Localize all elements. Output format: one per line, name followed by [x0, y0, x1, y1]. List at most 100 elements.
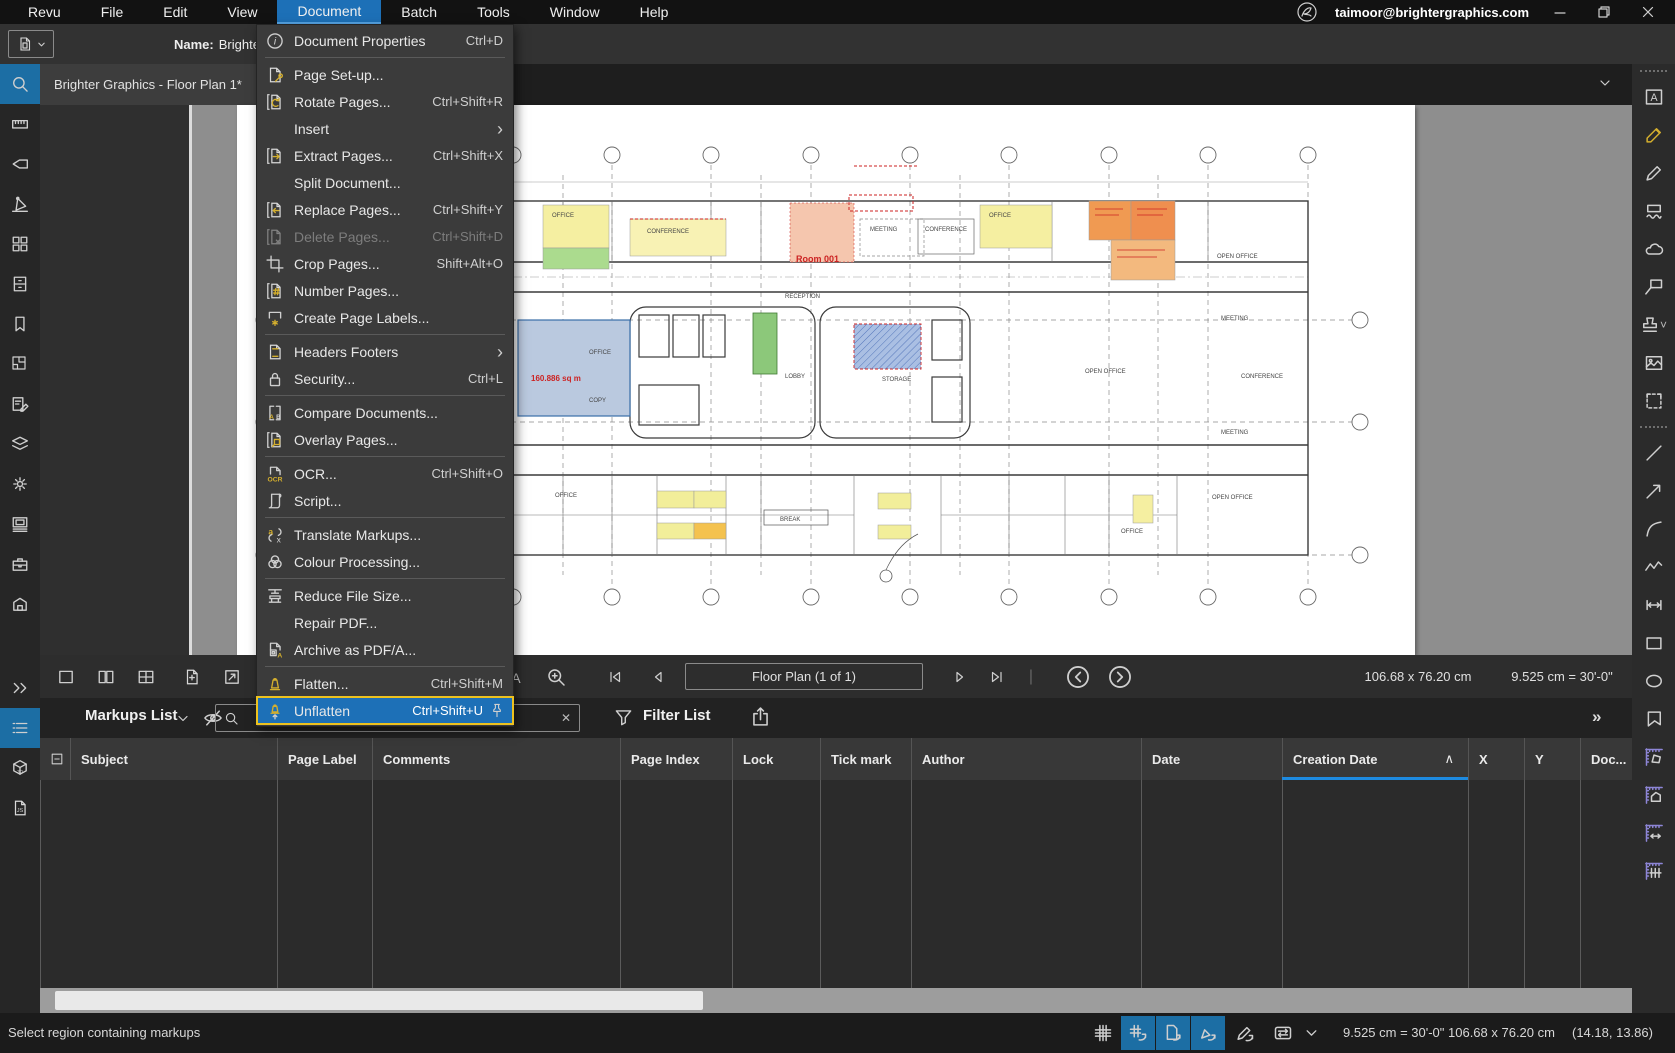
- column-header-subject[interactable]: Subject: [70, 738, 277, 780]
- restore-button[interactable]: [1591, 1, 1617, 23]
- menu-item-insert[interactable]: Insert: [257, 115, 513, 142]
- highlighter-tool[interactable]: [1632, 116, 1675, 154]
- calibrate-panel-button[interactable]: [0, 184, 40, 224]
- line-tool[interactable]: [1632, 434, 1675, 472]
- clear-search-button[interactable]: ✕: [561, 711, 571, 725]
- menu-edit[interactable]: Edit: [143, 0, 207, 24]
- tab-options-chevron[interactable]: [1598, 76, 1612, 90]
- menu-revu[interactable]: Revu: [8, 0, 81, 24]
- menu-item-unflatten[interactable]: Unflatten Ctrl+Shift+U: [257, 697, 513, 724]
- markups-table-body[interactable]: [0, 780, 1632, 988]
- toolbox-button[interactable]: [0, 544, 40, 584]
- first-page-button[interactable]: [600, 655, 630, 698]
- previous-page-button[interactable]: [643, 655, 673, 698]
- snap-to-markup-button[interactable]: [1191, 1016, 1225, 1050]
- menu-batch[interactable]: Batch: [381, 0, 457, 24]
- column-header-author[interactable]: Author: [911, 738, 1141, 780]
- callout-tool[interactable]: [1632, 268, 1675, 306]
- snapshot-tool[interactable]: [1632, 382, 1675, 420]
- minimize-button[interactable]: [1547, 1, 1573, 23]
- single-pane-button[interactable]: [48, 655, 84, 698]
- pin-icon[interactable]: [491, 703, 503, 718]
- menu-item-ocr[interactable]: OCR OCR... Ctrl+Shift+O: [257, 460, 513, 487]
- settings-button[interactable]: [0, 464, 40, 504]
- menu-item-script[interactable]: Script...: [257, 487, 513, 514]
- menu-help[interactable]: Help: [620, 0, 689, 24]
- column-header-doc[interactable]: Doc...: [1580, 738, 1632, 780]
- polygon-tool[interactable]: [1632, 700, 1675, 738]
- column-header-page-index[interactable]: Page Index: [620, 738, 732, 780]
- thumbnails-panel-button[interactable]: [0, 224, 40, 264]
- properties-panel-button[interactable]: [0, 264, 40, 304]
- toolbar-grip[interactable]: [1640, 70, 1667, 76]
- filter-icon[interactable]: [614, 708, 633, 727]
- menu-item-page-setup[interactable]: Page Set-up...: [257, 61, 513, 88]
- column-header-creation-date[interactable]: Creation Date ∧: [1282, 738, 1468, 780]
- menu-item-colour-processing[interactable]: Colour Processing...: [257, 548, 513, 575]
- menu-item-flatten[interactable]: Flatten... Ctrl+Shift+M: [257, 670, 513, 697]
- display-panel-button[interactable]: [0, 504, 40, 544]
- menu-file[interactable]: File: [81, 0, 144, 24]
- last-page-button[interactable]: [982, 655, 1012, 698]
- column-header-x[interactable]: X: [1468, 738, 1524, 780]
- menu-item-rotate-pages[interactable]: Rotate Pages... Ctrl+Shift+R: [257, 88, 513, 115]
- fit-page-button[interactable]: [214, 655, 250, 698]
- menu-tools[interactable]: Tools: [457, 0, 530, 24]
- menu-item-number-pages[interactable]: Number Pages...: [257, 277, 513, 304]
- zoom-tool-button[interactable]: [538, 655, 574, 698]
- layers-panel-button[interactable]: [0, 424, 40, 464]
- menu-item-archive-as-pdfa[interactable]: A Archive as PDF/A...: [257, 636, 513, 663]
- toolbar-grip[interactable]: [1640, 426, 1667, 432]
- menu-item-create-page-labels[interactable]: Create Page Labels...: [257, 304, 513, 331]
- menu-item-split-document[interactable]: Split Document...: [257, 169, 513, 196]
- horizontal-scrollbar-thumb[interactable]: [55, 991, 703, 1010]
- insert-page-button[interactable]: [174, 655, 210, 698]
- page-indicator[interactable]: Floor Plan (1 of 1): [685, 663, 923, 690]
- column-header-y[interactable]: Y: [1524, 738, 1580, 780]
- measure-count-tool[interactable]: [1632, 852, 1675, 890]
- squiggly-underline-tool[interactable]: [1632, 192, 1675, 230]
- menu-item-security[interactable]: Security... Ctrl+L: [257, 365, 513, 392]
- menu-item-translate-markups[interactable]: ax Translate Markups...: [257, 521, 513, 548]
- menu-item-reduce-file-size[interactable]: Reduce File Size...: [257, 582, 513, 609]
- polyline-tool[interactable]: [1632, 548, 1675, 586]
- column-header-tick-mark[interactable]: Tick mark: [820, 738, 911, 780]
- menu-view[interactable]: View: [207, 0, 277, 24]
- tab-floor-plan[interactable]: Brighter Graphics - Floor Plan 1*: [40, 64, 282, 105]
- column-header-date[interactable]: Date: [1141, 738, 1282, 780]
- collapse-markups-button[interactable]: »: [1592, 707, 1601, 727]
- menu-item-extract-pages[interactable]: Extract Pages... Ctrl+Shift+X: [257, 142, 513, 169]
- snap-to-grid-button[interactable]: [1121, 1016, 1155, 1050]
- menu-item-replace-pages[interactable]: Replace Pages... Ctrl+Shift+Y: [257, 196, 513, 223]
- javascript-panel-button[interactable]: JS: [0, 788, 40, 828]
- collapse-all-rows-button[interactable]: [40, 738, 70, 780]
- measurements-panel-button[interactable]: [0, 104, 40, 144]
- status-chevron-icon[interactable]: [1300, 1016, 1322, 1050]
- expand-panel-button[interactable]: [0, 668, 40, 708]
- previous-view-button[interactable]: [1060, 655, 1096, 698]
- sync-markup-button[interactable]: [1228, 1016, 1262, 1050]
- arrow-tool[interactable]: [1632, 472, 1675, 510]
- export-summary-button[interactable]: [750, 706, 771, 728]
- arc-tool[interactable]: [1632, 510, 1675, 548]
- filter-list-button[interactable]: Filter List: [643, 707, 711, 724]
- snap-to-document-button[interactable]: [1156, 1016, 1190, 1050]
- next-page-button[interactable]: [945, 655, 975, 698]
- spaces-panel-button[interactable]: [0, 344, 40, 384]
- menu-window[interactable]: Window: [530, 0, 620, 24]
- menu-item-document-properties[interactable]: i Document Properties Ctrl+D: [257, 27, 513, 54]
- column-header-lock[interactable]: Lock: [732, 738, 820, 780]
- rectangle-tool[interactable]: [1632, 624, 1675, 662]
- column-header-comments[interactable]: Comments: [372, 738, 620, 780]
- column-header-page-label[interactable]: Page Label: [277, 738, 372, 780]
- multi-pane-button[interactable]: [128, 655, 164, 698]
- menu-item-overlay-pages[interactable]: Overlay Pages...: [257, 426, 513, 453]
- next-view-button[interactable]: [1102, 655, 1138, 698]
- text-box-tool[interactable]: A: [1632, 78, 1675, 116]
- close-button[interactable]: [1635, 1, 1661, 23]
- markups-list-title[interactable]: Markups List: [85, 707, 178, 724]
- ellipse-tool[interactable]: [1632, 662, 1675, 700]
- 3d-model-tree-button[interactable]: 3D: [0, 748, 40, 788]
- menu-item-headers-footers[interactable]: Headers Footers: [257, 338, 513, 365]
- markups-panel-button[interactable]: [0, 384, 40, 424]
